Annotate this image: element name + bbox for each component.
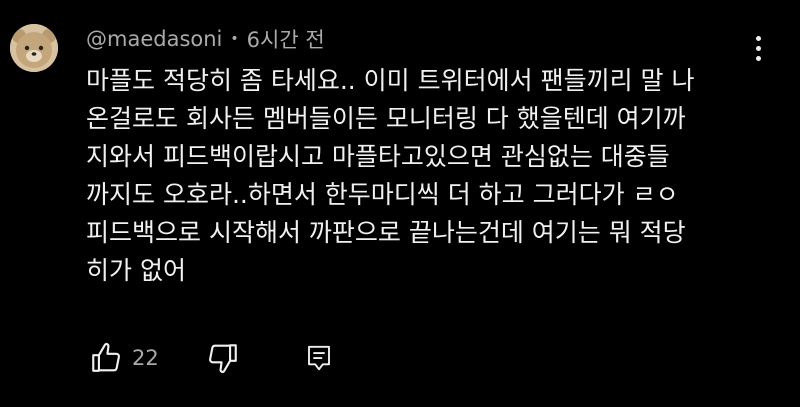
comment-header: @maedasoni • 6시간 전 [86, 22, 325, 56]
like-count: 22 [132, 346, 159, 370]
comment-line: 마플도 적당히 좀 타세요.. 이미 트위터에서 팬들끼리 말 나 [86, 66, 695, 95]
comment-icon [307, 345, 330, 371]
comment: @maedasoni • 6시간 전 마플도 적당히 좀 타세요.. 이미 트위… [0, 0, 800, 407]
comment-line: 피드백으로 시작해서 까판으로 끝나는건데 여기는 뭐 적당 [86, 218, 686, 247]
thumbs-down-icon [208, 344, 237, 374]
like-button[interactable] [86, 340, 126, 376]
thumbs-up-icon [92, 342, 120, 372]
bear-avatar-icon [10, 24, 58, 72]
avatar[interactable] [10, 24, 58, 72]
dislike-button[interactable] [203, 340, 243, 376]
comment-line: 히가 없어 [86, 256, 186, 285]
comment-text: 마플도 적당히 좀 타세요.. 이미 트위터에서 팬들끼리 말 나 온걸로도 회… [86, 62, 786, 290]
comment-line: 온걸로도 회사든 멤버들이든 모니터링 다 했을텐데 여기까 [86, 104, 686, 133]
comment-actions: 22 [86, 340, 337, 376]
comment-line: 지와서 피드백이랍시고 마플타고있으면 관심없는 대중들 [86, 142, 670, 171]
reply-button[interactable] [301, 340, 337, 376]
comment-line: 까지도 오호라..하면서 한두마디씩 더 하고 그러다가 ㄹㅇ [86, 180, 679, 209]
timestamp[interactable]: 6시간 전 [247, 24, 325, 54]
separator-dot: • [230, 31, 239, 47]
author-name[interactable]: @maedasoni [86, 27, 222, 51]
